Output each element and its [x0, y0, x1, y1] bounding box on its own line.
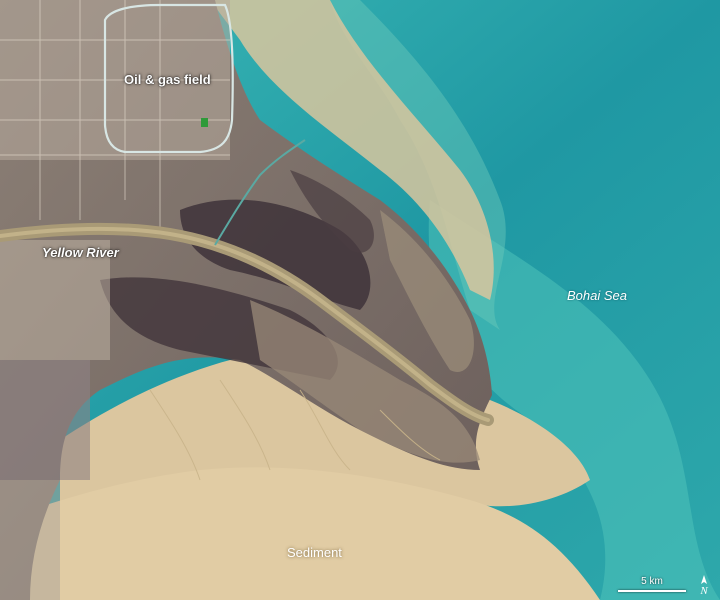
green-patch — [201, 118, 208, 127]
scale-bar: 5 km — [614, 576, 690, 594]
north-arrow-label: N — [699, 585, 708, 596]
farmland — [0, 480, 60, 600]
bohai-sea-label: Bohai Sea — [567, 288, 627, 303]
north-arrow-graphic: N — [699, 575, 708, 597]
oil-gas-field-label: Oil & gas field — [124, 72, 211, 87]
sediment-label: Sediment — [287, 545, 342, 560]
satellite-map: Oil & gas field Yellow River Bohai Sea S… — [0, 0, 720, 600]
north-arrow-icon: N — [694, 574, 714, 597]
scale-bar-label: 5 km — [641, 576, 663, 587]
yellow-river-label: Yellow River — [42, 245, 119, 260]
scale-bar-line — [618, 590, 686, 592]
farmland — [0, 360, 90, 480]
